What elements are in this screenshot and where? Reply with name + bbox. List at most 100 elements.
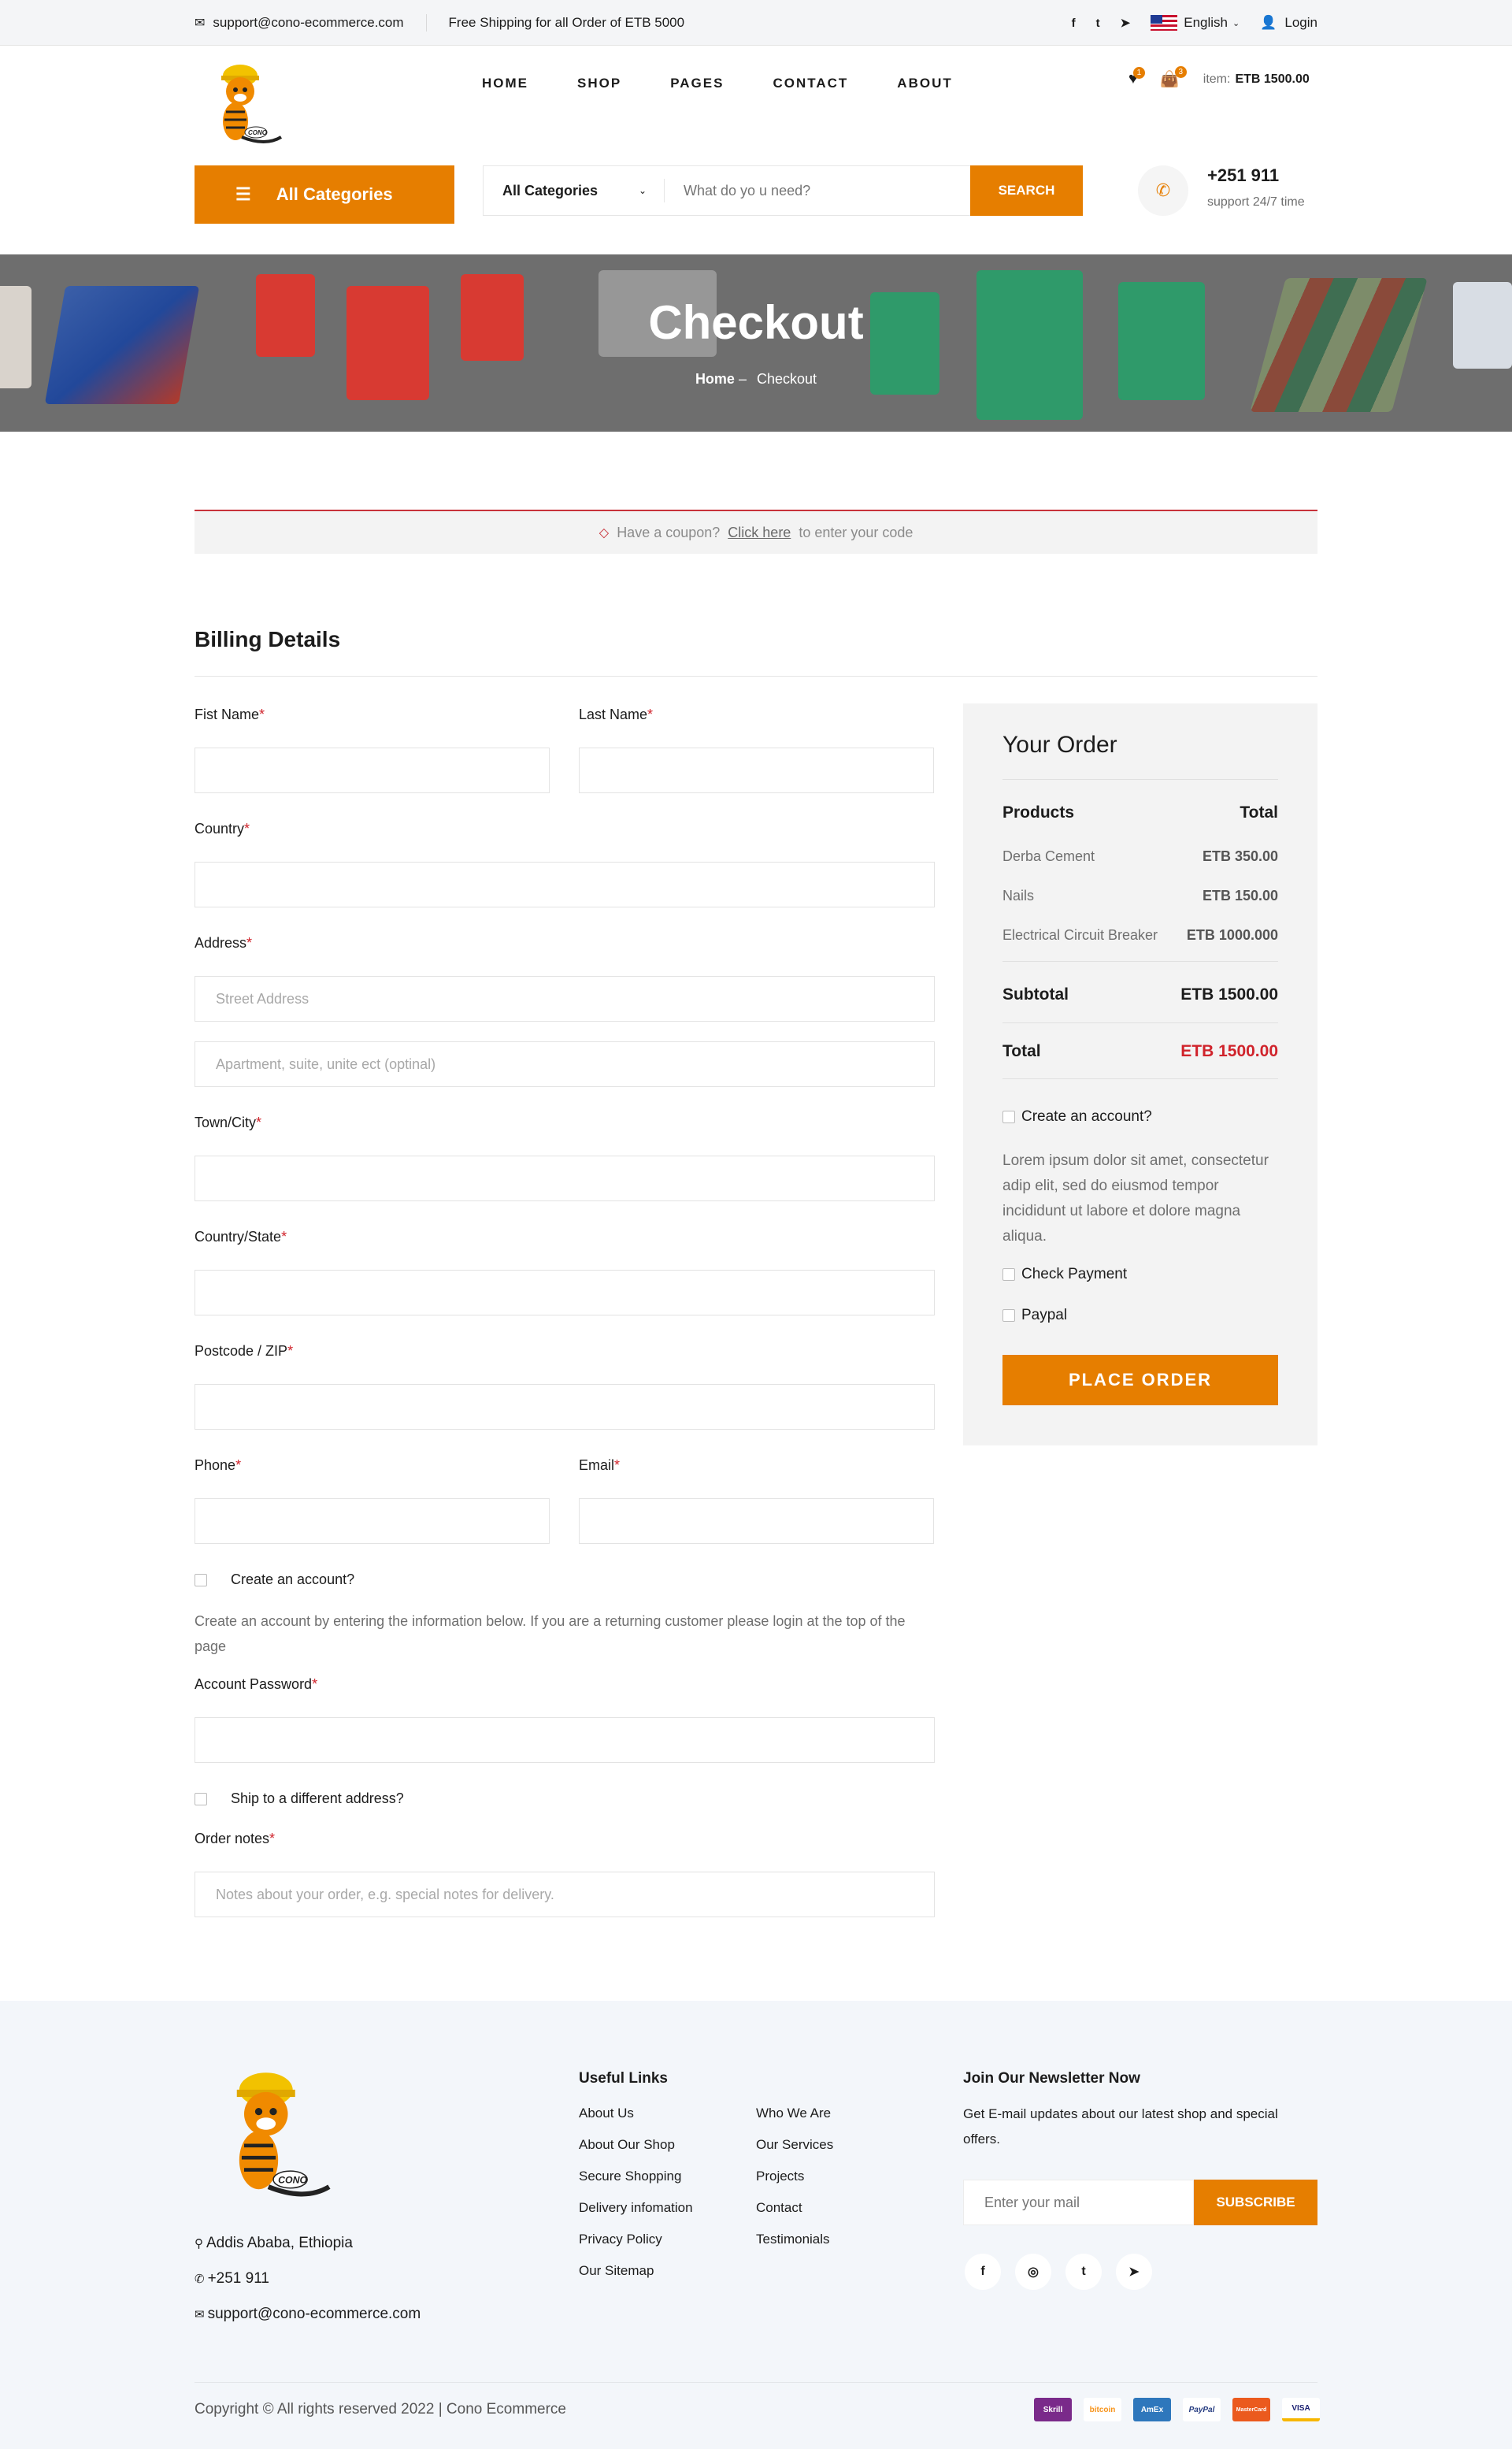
footer-link-contact[interactable]: Contact: [756, 2200, 802, 2216]
first-name-field[interactable]: [195, 748, 550, 793]
footer-link-who-we-are[interactable]: Who We Are: [756, 2106, 831, 2121]
footer-link-services[interactable]: Our Services: [756, 2137, 833, 2153]
town-label: Town/City*: [195, 1115, 261, 1131]
login-link[interactable]: 👤 Login: [1260, 15, 1317, 31]
country-field[interactable]: [195, 862, 935, 907]
password-field[interactable]: [195, 1717, 935, 1763]
footer-email[interactable]: ✉ support@cono-ecommerce.com: [195, 2306, 421, 2323]
divider: [195, 2382, 1317, 2383]
phone-label-text: Phone: [195, 1457, 236, 1473]
email-field[interactable]: [579, 1498, 934, 1544]
footer-link-testimonials[interactable]: Testimonials: [756, 2232, 830, 2247]
phone-label: Phone*: [195, 1457, 241, 1474]
telegram-icon[interactable]: ➤: [1116, 2254, 1152, 2290]
newsletter-email-input[interactable]: [963, 2180, 1194, 2225]
checkbox-box[interactable]: [1002, 1309, 1015, 1322]
total-row: Total ETB 1500.00: [1002, 1042, 1278, 1061]
required-mark: *: [259, 707, 265, 722]
us-flag-icon: [1151, 15, 1178, 31]
wishlist-button[interactable]: ♥ 1: [1128, 67, 1145, 88]
country-label: Country*: [195, 821, 250, 837]
nav-pages[interactable]: PAGES: [670, 76, 724, 91]
order-notes-field[interactable]: Notes about your order, e.g. special not…: [195, 1872, 935, 1917]
footer-email-text: support@cono-ecommerce.com: [207, 2306, 421, 2322]
town-field[interactable]: [195, 1156, 935, 1201]
envelope-icon: ✉: [195, 2308, 205, 2321]
checkbox-box[interactable]: [195, 1792, 207, 1805]
checkbox-box[interactable]: [1002, 1111, 1015, 1123]
footer-link-secure-shopping[interactable]: Secure Shopping: [579, 2169, 681, 2184]
footer-phone-text: +251 911: [207, 2270, 269, 2287]
subtotal-row: Subtotal ETB 1500.00: [1002, 985, 1278, 1004]
subscribe-button[interactable]: SUBSCRIBE: [1194, 2180, 1317, 2225]
nav-about[interactable]: ABOUT: [897, 76, 952, 91]
order-create-account-checkbox[interactable]: Create an account?: [1002, 1108, 1152, 1126]
address-label-text: Address: [195, 935, 247, 951]
required-mark: *: [614, 1457, 621, 1473]
place-order-button[interactable]: PLACE ORDER: [1002, 1355, 1278, 1405]
footer-address: ⚲ Addis Ababa, Ethiopia: [195, 2235, 353, 2252]
ship-different-label: Ship to a different address?: [231, 1790, 404, 1806]
search-input[interactable]: [665, 167, 970, 214]
instagram-icon[interactable]: ◎: [1015, 2254, 1051, 2290]
divider: [1002, 779, 1278, 780]
cart-button[interactable]: 👜 3: [1160, 66, 1187, 89]
footer-link-about-shop[interactable]: About Our Shop: [579, 2137, 675, 2153]
nav-home[interactable]: HOME: [482, 76, 528, 91]
check-payment-option[interactable]: Check Payment: [1002, 1266, 1127, 1283]
site-logo[interactable]: CONO: [202, 58, 287, 153]
required-mark: *: [256, 1115, 262, 1130]
order-item-price: ETB 350.00: [1202, 848, 1278, 864]
paypal-option[interactable]: Paypal: [1002, 1307, 1067, 1324]
footer-logo[interactable]: CONO: [206, 2065, 340, 2211]
footer-link-about-us[interactable]: About Us: [579, 2106, 634, 2121]
skrill-icon: Skrill: [1034, 2398, 1072, 2421]
phone-field[interactable]: [195, 1498, 550, 1544]
last-name-label-text: Last Name: [579, 707, 648, 722]
footer-link-delivery[interactable]: Delivery infomation: [579, 2200, 693, 2216]
postcode-field[interactable]: [195, 1384, 935, 1430]
email-label-text: Email: [579, 1457, 615, 1473]
cart-count-badge: 3: [1174, 66, 1187, 78]
chevron-down-icon: ⌄: [1232, 18, 1240, 28]
divider: [1002, 1078, 1278, 1079]
coupon-link[interactable]: Click here: [728, 525, 791, 541]
search-category-select[interactable]: All Categories ⌄: [484, 179, 665, 202]
topbar-email[interactable]: ✉ support@cono-ecommerce.com: [195, 14, 427, 32]
all-categories-button[interactable]: ☰ All Categories: [195, 165, 454, 224]
facebook-icon[interactable]: f: [1072, 17, 1076, 30]
ship-different-checkbox[interactable]: Ship to a different address?: [195, 1790, 404, 1807]
checkbox-box[interactable]: [195, 1573, 207, 1586]
order-header-row: Products Total: [1002, 803, 1278, 822]
state-field[interactable]: [195, 1270, 935, 1315]
order-item-name: Derba Cement: [1002, 848, 1095, 864]
search-button[interactable]: SEARCH: [970, 165, 1083, 216]
create-account-checkbox[interactable]: Create an account?: [195, 1571, 354, 1588]
breadcrumb-home[interactable]: Home: [695, 371, 735, 387]
twitter-icon[interactable]: t: [1065, 2254, 1102, 2290]
facebook-icon[interactable]: f: [965, 2254, 1001, 2290]
first-name-label-text: Fist Name: [195, 707, 260, 722]
twitter-icon[interactable]: t: [1096, 17, 1100, 30]
header-phone-number: +251 911: [1207, 165, 1280, 185]
breadcrumb: Home – Checkout: [0, 371, 1512, 388]
last-name-field[interactable]: [579, 748, 934, 793]
shipping-notice: Free Shipping for all Order of ETB 5000: [448, 15, 685, 30]
order-item-name: Nails: [1002, 888, 1035, 904]
top-bar: ✉ support@cono-ecommerce.com Free Shippi…: [0, 0, 1512, 46]
telegram-icon[interactable]: ➤: [1121, 16, 1131, 30]
checkbox-box[interactable]: [1002, 1268, 1015, 1281]
nav-contact[interactable]: CONTACT: [773, 76, 848, 91]
apartment-field[interactable]: Apartment, suite, unite ect (optinal): [195, 1041, 935, 1087]
state-label-text: Country/State: [195, 1229, 282, 1245]
nav-shop[interactable]: SHOP: [577, 76, 621, 91]
user-icon: 👤: [1260, 15, 1277, 30]
newsletter-description: Get E-mail updates about our latest shop…: [963, 2106, 1278, 2147]
divider: [1002, 1022, 1278, 1023]
footer-link-privacy[interactable]: Privacy Policy: [579, 2232, 662, 2247]
footer-link-sitemap[interactable]: Our Sitemap: [579, 2263, 654, 2279]
footer-link-projects[interactable]: Projects: [756, 2169, 804, 2184]
street-address-field[interactable]: Street Address: [195, 976, 935, 1022]
language-selector[interactable]: English ⌄: [1151, 15, 1240, 31]
required-mark: *: [246, 935, 253, 951]
